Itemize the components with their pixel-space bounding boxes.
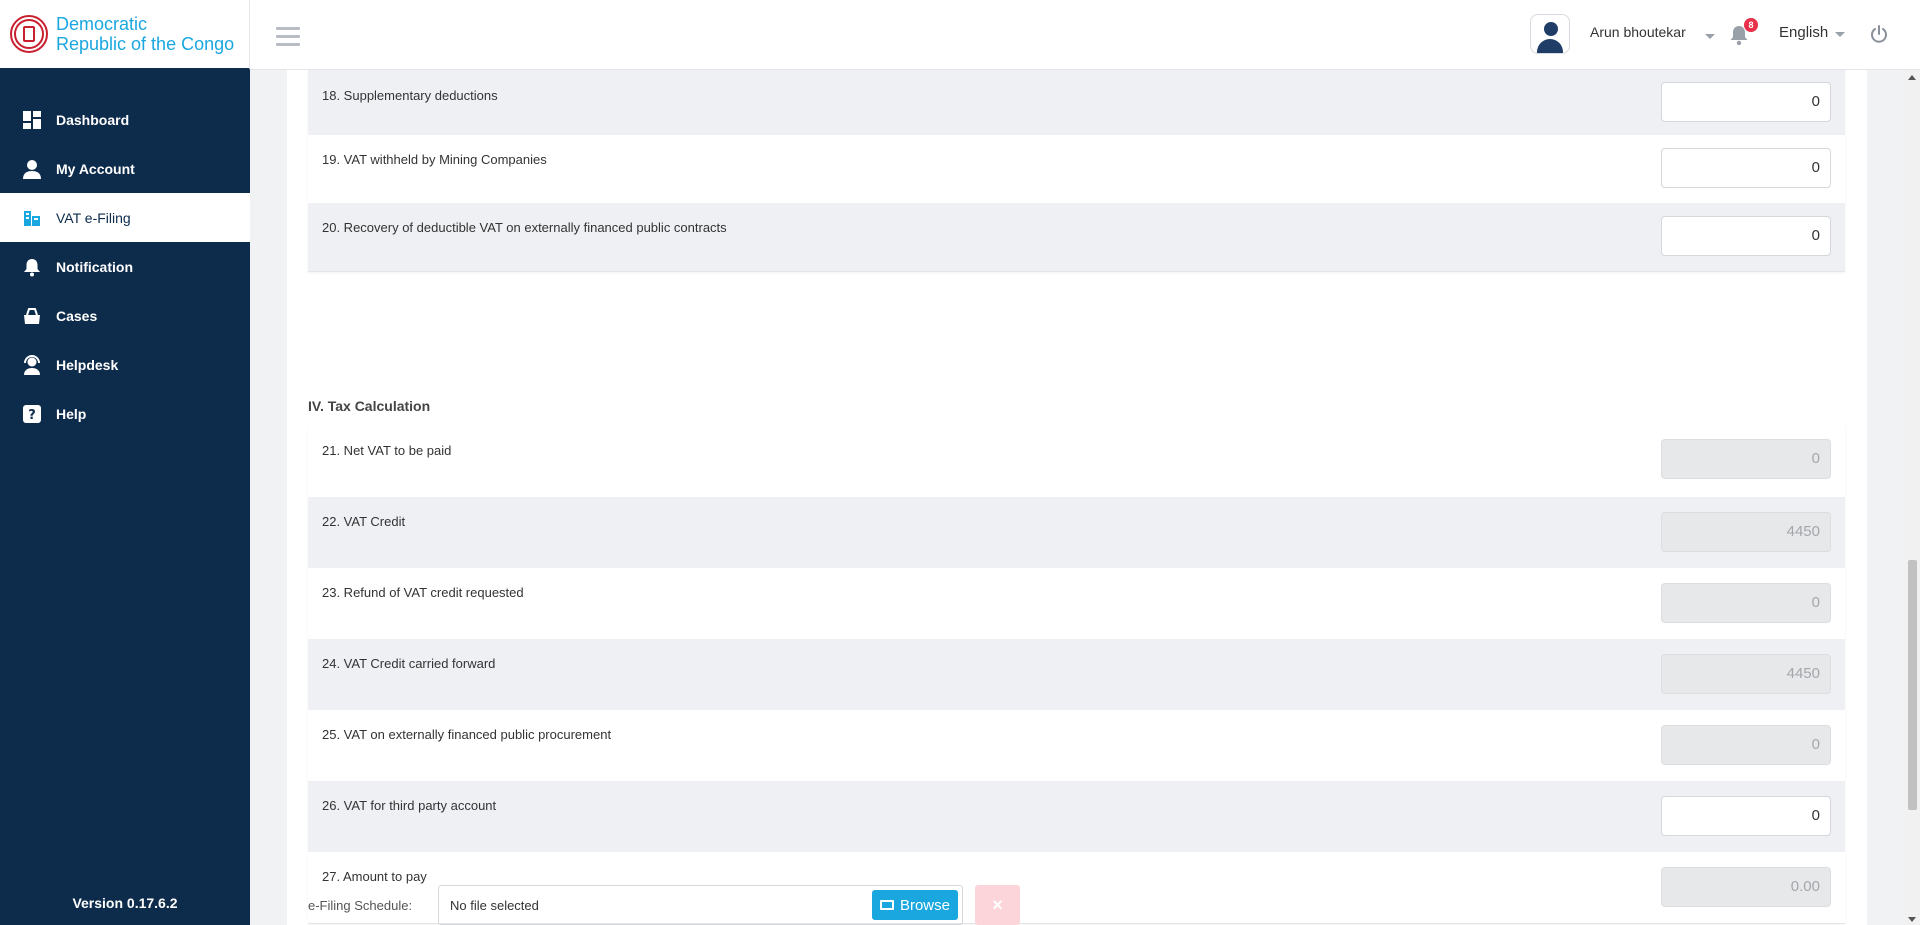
brand-logo[interactable]: Democratic Republic of the Congo [0,0,250,70]
sidebar-item-cases[interactable]: Cases [0,291,250,340]
page-scrollbar[interactable] [1905,70,1920,925]
file-input[interactable]: No file selected Browse [438,885,963,925]
amount-input: 0 [1661,583,1831,623]
sidebar-item-label: VAT e-Filing [56,209,131,226]
tax-calculation-rows: 21. Net VAT to be paid 0 22. VAT Credit … [308,426,1845,924]
table-row: 25. VAT on externally financed public pr… [308,710,1845,781]
sidebar-item-help[interactable]: ? Help [0,389,250,438]
efiling-schedule-label: e-Filing Schedule: [308,897,413,913]
table-row: 18. Supplementary deductions 0 [308,70,1845,135]
avatar[interactable] [1530,14,1570,54]
browse-button[interactable]: Browse [871,890,958,920]
scrollbar-thumb[interactable] [1908,560,1917,810]
table-row: 24. VAT Credit carried forward 4450 [308,639,1845,710]
scroll-up-icon[interactable] [1908,75,1916,80]
sidebar-item-label: Notification [56,258,133,275]
efiling-schedule: e-Filing Schedule: No file selected Brow… [308,885,1020,925]
dashboard-icon [22,110,42,130]
table-row: 19. VAT withheld by Mining Companies 0 [308,135,1845,203]
folder-icon [879,900,894,910]
sidebar-item-vat-e-filing[interactable]: VAT e-Filing [0,193,250,242]
third-party-vat-input[interactable]: 0 [1661,796,1831,836]
help-icon: ? [22,404,42,424]
main-content: 18. Supplementary deductions 0 19. VAT w… [250,70,1905,925]
amount-input: 0.00 [1661,867,1831,907]
amount-input: 0 [1661,439,1831,479]
section-title: IV. Tax Calculation [308,398,431,414]
chevron-down-icon[interactable] [1705,34,1715,39]
chevron-down-icon[interactable] [1835,32,1845,37]
helpdesk-icon [22,354,42,375]
sidebar-item-my-account[interactable]: My Account [0,144,250,193]
user-name[interactable]: Arun bhoutekar [1590,24,1686,40]
sidebar-item-label: Cases [56,307,98,324]
user-icon [22,159,42,179]
amount-input: 4450 [1661,512,1831,552]
brand-name: Democratic Republic of the Congo [56,14,235,54]
sidebar-item-dashboard[interactable]: Dashboard [0,95,250,144]
amount-input[interactable]: 0 [1661,216,1831,256]
table-row: 22. VAT Credit 4450 [308,497,1845,568]
close-icon: × [992,894,1003,915]
filing-icon [22,208,42,228]
amount-input[interactable]: 0 [1661,82,1831,122]
notification-badge: 8 [1744,18,1758,32]
file-status: No file selected [450,897,539,913]
deductions-rows: 18. Supplementary deductions 0 19. VAT w… [308,70,1845,272]
amount-input[interactable]: 0 [1661,148,1831,188]
scroll-down-icon[interactable] [1908,917,1916,922]
sidebar-item-label: Dashboard [56,111,130,128]
svg-text:?: ? [28,408,36,423]
clear-file-button[interactable]: × [975,885,1020,925]
sidebar-item-notification[interactable]: Notification [0,242,250,291]
sidebar: Democratic Republic of the Congo Dashboa… [0,0,250,925]
bell-icon [22,257,42,277]
sidebar-nav: Dashboard My Account VAT e-Filing Notifi… [0,95,250,438]
amount-input: 4450 [1661,654,1831,694]
sidebar-item-label: My Account [56,160,135,177]
table-row: 20. Recovery of deductible VAT on extern… [308,203,1845,271]
app-version: Version 0.17.6.2 [72,895,178,911]
table-row: 23. Refund of VAT credit requested 0 [308,568,1845,639]
amount-input: 0 [1661,725,1831,765]
menu-toggle-icon[interactable] [276,27,300,51]
logout-power-icon[interactable] [1869,24,1889,44]
cases-icon [22,306,42,326]
sidebar-item-helpdesk[interactable]: Helpdesk [0,340,250,389]
sidebar-item-label: Help [56,405,87,422]
language-selector[interactable]: English [1779,24,1828,41]
table-row: 21. Net VAT to be paid 0 [308,426,1845,497]
top-bar: Arun bhoutekar 8 English [250,0,1920,70]
table-row: 26. VAT for third party account 0 [308,781,1845,852]
national-seal-icon [10,15,48,53]
sidebar-item-label: Helpdesk [56,356,119,373]
